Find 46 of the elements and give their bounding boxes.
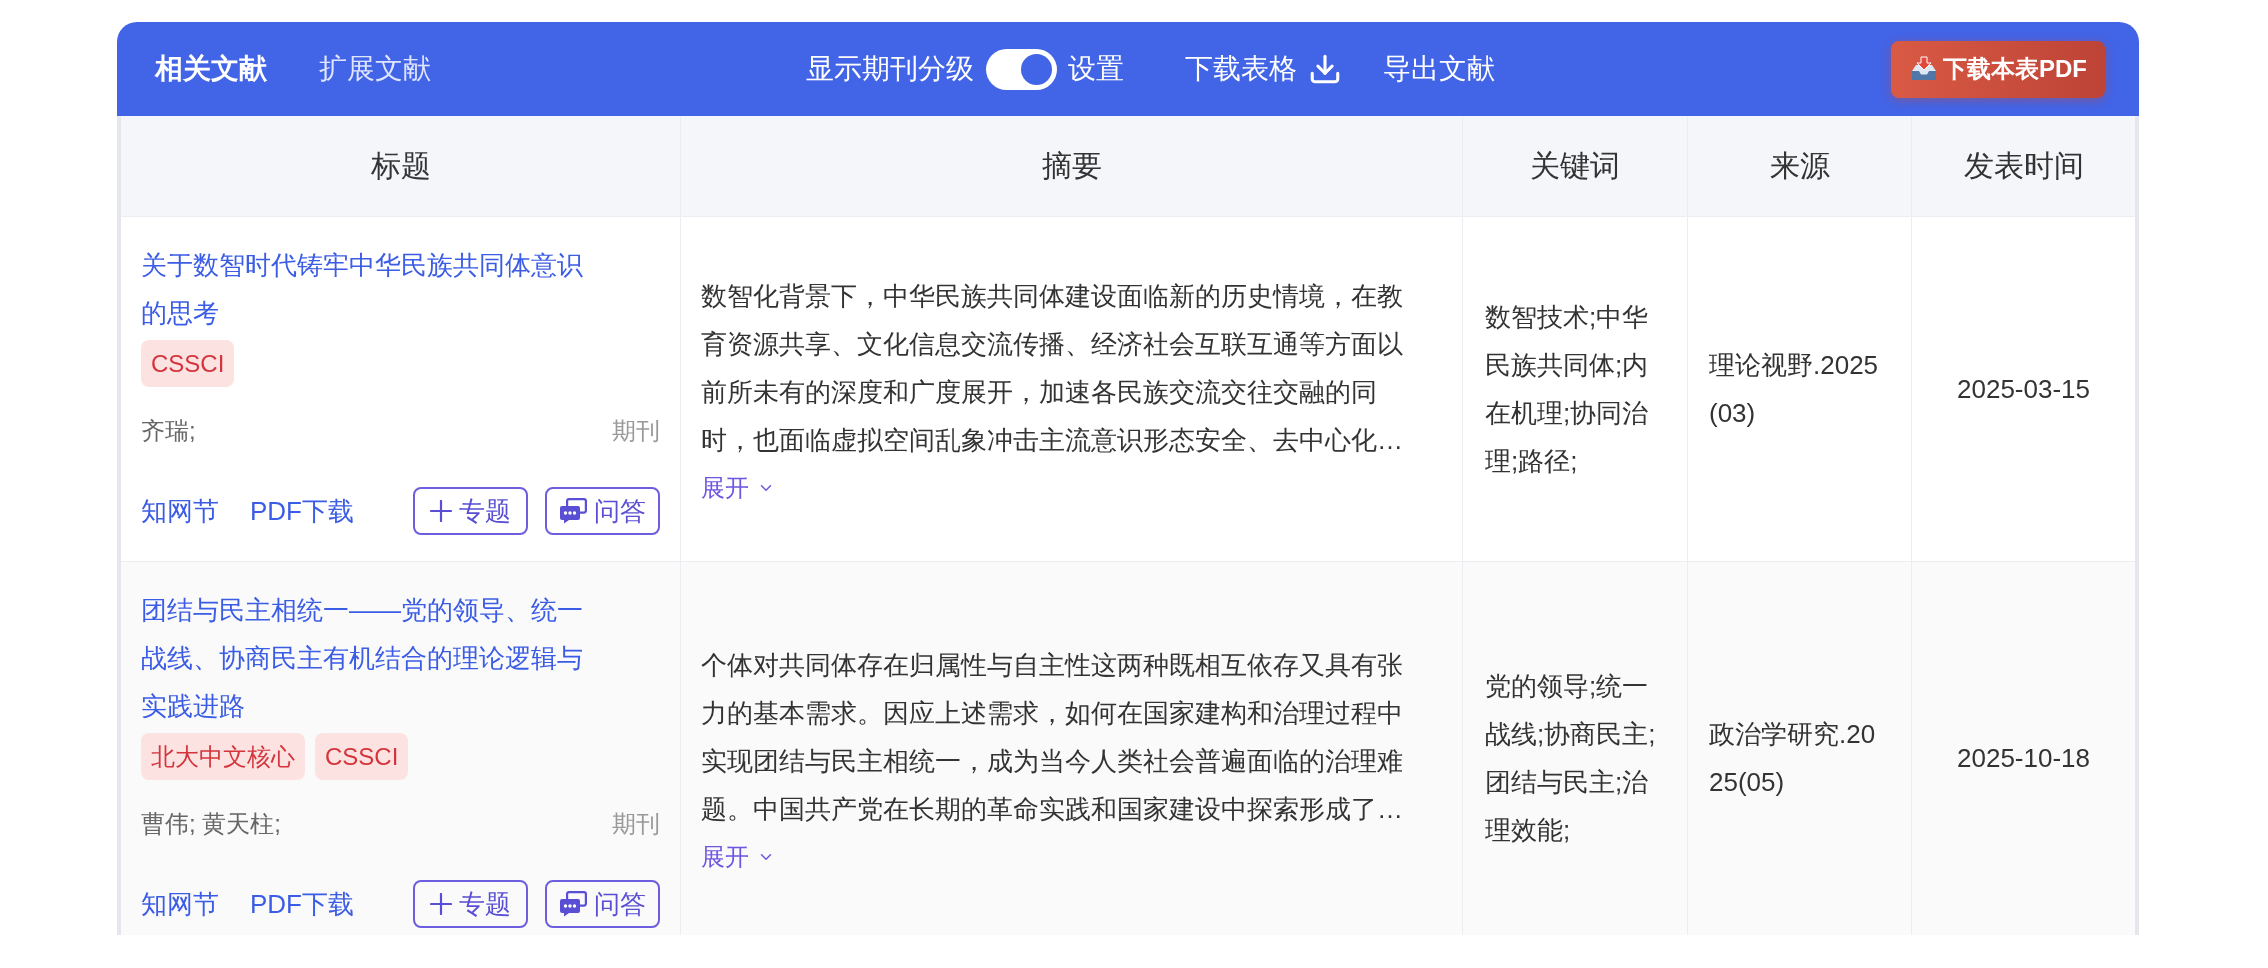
qa-button[interactable]: 问答 bbox=[545, 487, 660, 535]
chat-bubbles-icon bbox=[559, 498, 587, 524]
qa-button[interactable]: 问答 bbox=[545, 880, 660, 928]
column-header: 关键词 bbox=[1530, 148, 1620, 184]
plus-icon bbox=[430, 893, 452, 915]
tab[interactable]: 扩展文献 bbox=[319, 49, 431, 89]
plus-icon bbox=[430, 500, 452, 522]
article-title-link[interactable]: 关于数智时代铸牢中华民族共同体意识的思考 bbox=[141, 241, 596, 337]
add-topic-button[interactable]: 专题 bbox=[413, 487, 528, 535]
publication-type: 期刊 bbox=[612, 416, 660, 446]
column-header: 标题 bbox=[370, 148, 431, 184]
keywords-text: 党的领导;统一战线;协商民主;团结与民主;治理效能; bbox=[1485, 670, 1657, 847]
export-button[interactable]: 导出文献 bbox=[1383, 49, 1495, 89]
download-icon bbox=[1308, 52, 1342, 86]
row-link[interactable]: 知网节 bbox=[141, 886, 219, 922]
inbox-tray-icon bbox=[1911, 56, 1937, 82]
row-link[interactable]: PDF下载 bbox=[250, 493, 354, 529]
toggle-label: 显示期刊分级 bbox=[806, 52, 974, 86]
column-header: 摘要 bbox=[1041, 148, 1102, 184]
download-pdf-button[interactable]: 下载本表PDF bbox=[1891, 40, 2105, 98]
row-link[interactable]: 知网节 bbox=[141, 493, 219, 529]
journal-tag: 北大中文核心 bbox=[141, 733, 305, 780]
keywords-text: 数智技术;中华民族共同体;内在机理;协同治理;路径; bbox=[1485, 301, 1650, 478]
journal-tag: CSSCI bbox=[141, 340, 235, 387]
journal-tag: CSSCI bbox=[315, 733, 409, 780]
settings-link[interactable]: 设置 bbox=[1068, 49, 1124, 89]
abstract-text: 数智化背景下，中华民族共同体建设面临新的历史情境，在教育资源共享、文化信息交流传播、经济社会互联互通等方面以前所未有的深度和广度展开，加速各民族交流交往交融的同时，也面临虚拟空间乱象冲击主流意识形态安全、去中心化… bbox=[701, 280, 1404, 457]
chat-bubbles-icon bbox=[559, 891, 587, 917]
add-topic-button[interactable]: 专题 bbox=[413, 880, 528, 928]
source-text: 理论视野.2025(03) bbox=[1709, 349, 1880, 430]
author-names: 曹伟; 黄天柱; bbox=[141, 809, 281, 839]
article-title-link[interactable]: 团结与民主相统一——党的领导、统一战线、协商民主有机结合的理论逻辑与实践进路 bbox=[141, 586, 596, 730]
date-text: 2025-03-15 bbox=[1957, 373, 2090, 406]
tab[interactable]: 相关文献 bbox=[155, 49, 267, 89]
column-header: 发表时间 bbox=[1963, 148, 2084, 184]
author-names: 齐瑞; bbox=[141, 416, 196, 446]
expand-link[interactable]: 展开 bbox=[701, 470, 775, 506]
expand-link[interactable]: 展开 bbox=[701, 839, 775, 875]
date-text: 2025-10-18 bbox=[1957, 742, 2090, 775]
source-text: 政治学研究.2025(05) bbox=[1709, 718, 1877, 799]
column-header: 来源 bbox=[1769, 148, 1830, 184]
publication-type: 期刊 bbox=[612, 809, 660, 839]
row-link[interactable]: PDF下载 bbox=[250, 886, 354, 922]
abstract-text: 个体对共同体存在归属性与自主性这两种既相互依存又具有张力的基本需求。因应上述需求，如何在国家建构和治理过程中实现团结与民主相统一，成为当今人类社会普遍面临的治理难题。中国共产党在长期的革命实践和国家建设中探索形成了… bbox=[701, 649, 1404, 826]
download-table-button[interactable]: 下载表格 bbox=[1185, 49, 1342, 89]
toggle-switch[interactable] bbox=[986, 48, 1057, 90]
